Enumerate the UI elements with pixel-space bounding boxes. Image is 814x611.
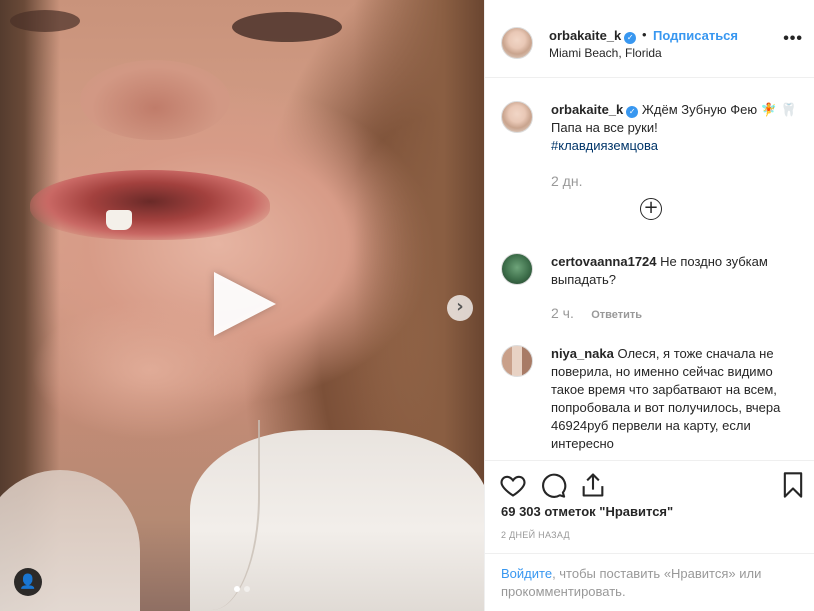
- carousel-next-button[interactable]: ›: [447, 295, 473, 321]
- more-options-icon[interactable]: •••: [783, 30, 803, 48]
- carousel-dot-active: [234, 586, 240, 592]
- author-username[interactable]: orbakaite_k: [549, 28, 621, 43]
- avatar[interactable]: [501, 101, 533, 133]
- carousel-dot: [244, 586, 250, 592]
- comment-icon[interactable]: [539, 471, 567, 499]
- location-link[interactable]: Miami Beach, Florida: [549, 46, 662, 60]
- post-actions: [485, 460, 814, 510]
- share-icon[interactable]: [579, 471, 607, 499]
- comment-text: niya_naka Олеся, я тоже сначала не повер…: [551, 345, 801, 453]
- carousel-dots: [234, 586, 250, 592]
- post-header: orbakaite_k ✓ • Подписаться Miami Beach, …: [485, 0, 814, 78]
- avatar[interactable]: [501, 253, 533, 285]
- photo-nose: [80, 60, 230, 140]
- caption-username[interactable]: orbakaite_k: [551, 102, 623, 117]
- user-tag-icon[interactable]: 👤: [14, 568, 42, 596]
- author-username-wrap: orbakaite_k ✓: [549, 28, 637, 44]
- comment-username[interactable]: certovaanna1724: [551, 254, 657, 269]
- verified-icon: ✓: [624, 32, 637, 44]
- photo-mouth: [30, 170, 270, 240]
- comment-meta: 2 ч. Ответить: [551, 305, 642, 321]
- post-media[interactable]: › 👤: [0, 0, 484, 611]
- comment-body: Олеся, я тоже сначала не поверила, но им…: [551, 346, 781, 451]
- photo-eye-right: [232, 12, 342, 42]
- avatar[interactable]: [501, 27, 533, 59]
- follow-button[interactable]: Подписаться: [653, 28, 738, 43]
- verified-icon: ✓: [626, 106, 639, 118]
- login-link[interactable]: Войдите: [501, 566, 552, 581]
- post-date[interactable]: 2 ДНЕЙ НАЗАД: [501, 530, 570, 540]
- load-more-comments-icon[interactable]: +: [640, 198, 662, 220]
- caption-text: orbakaite_k ✓ Ждём Зубную Фею 🧚 🦷 Папа на…: [551, 101, 801, 155]
- likes-count[interactable]: 69 303 отметок "Нравится": [501, 504, 673, 519]
- login-prompt-text: Войдите, чтобы поставить «Нравится» или …: [501, 565, 801, 601]
- comment-text: certovaanna1724 Не поздно зубкам выпадат…: [551, 253, 801, 289]
- caption-meta: 2 дн.: [551, 173, 582, 189]
- hashtag-link[interactable]: #клавдияземцова: [551, 138, 658, 153]
- post-sidebar: orbakaite_k ✓ • Подписаться Miami Beach, …: [484, 0, 814, 611]
- play-icon[interactable]: [214, 272, 276, 336]
- reply-button[interactable]: Ответить: [591, 309, 642, 321]
- comments-list[interactable]: orbakaite_k ✓ Ждём Зубную Фею 🧚 🦷 Папа на…: [485, 79, 814, 460]
- photo-eye-left: [10, 10, 80, 32]
- bookmark-icon[interactable]: [779, 471, 807, 499]
- avatar[interactable]: [501, 345, 533, 377]
- comment-time[interactable]: 2 ч.: [551, 305, 574, 321]
- heart-icon[interactable]: [499, 471, 527, 499]
- photo-tooth: [106, 210, 132, 230]
- comment-username[interactable]: niya_naka: [551, 346, 614, 361]
- login-prompt: Войдите, чтобы поставить «Нравится» или …: [485, 553, 814, 611]
- caption-time[interactable]: 2 дн.: [551, 173, 582, 189]
- follow-separator: •: [642, 27, 647, 42]
